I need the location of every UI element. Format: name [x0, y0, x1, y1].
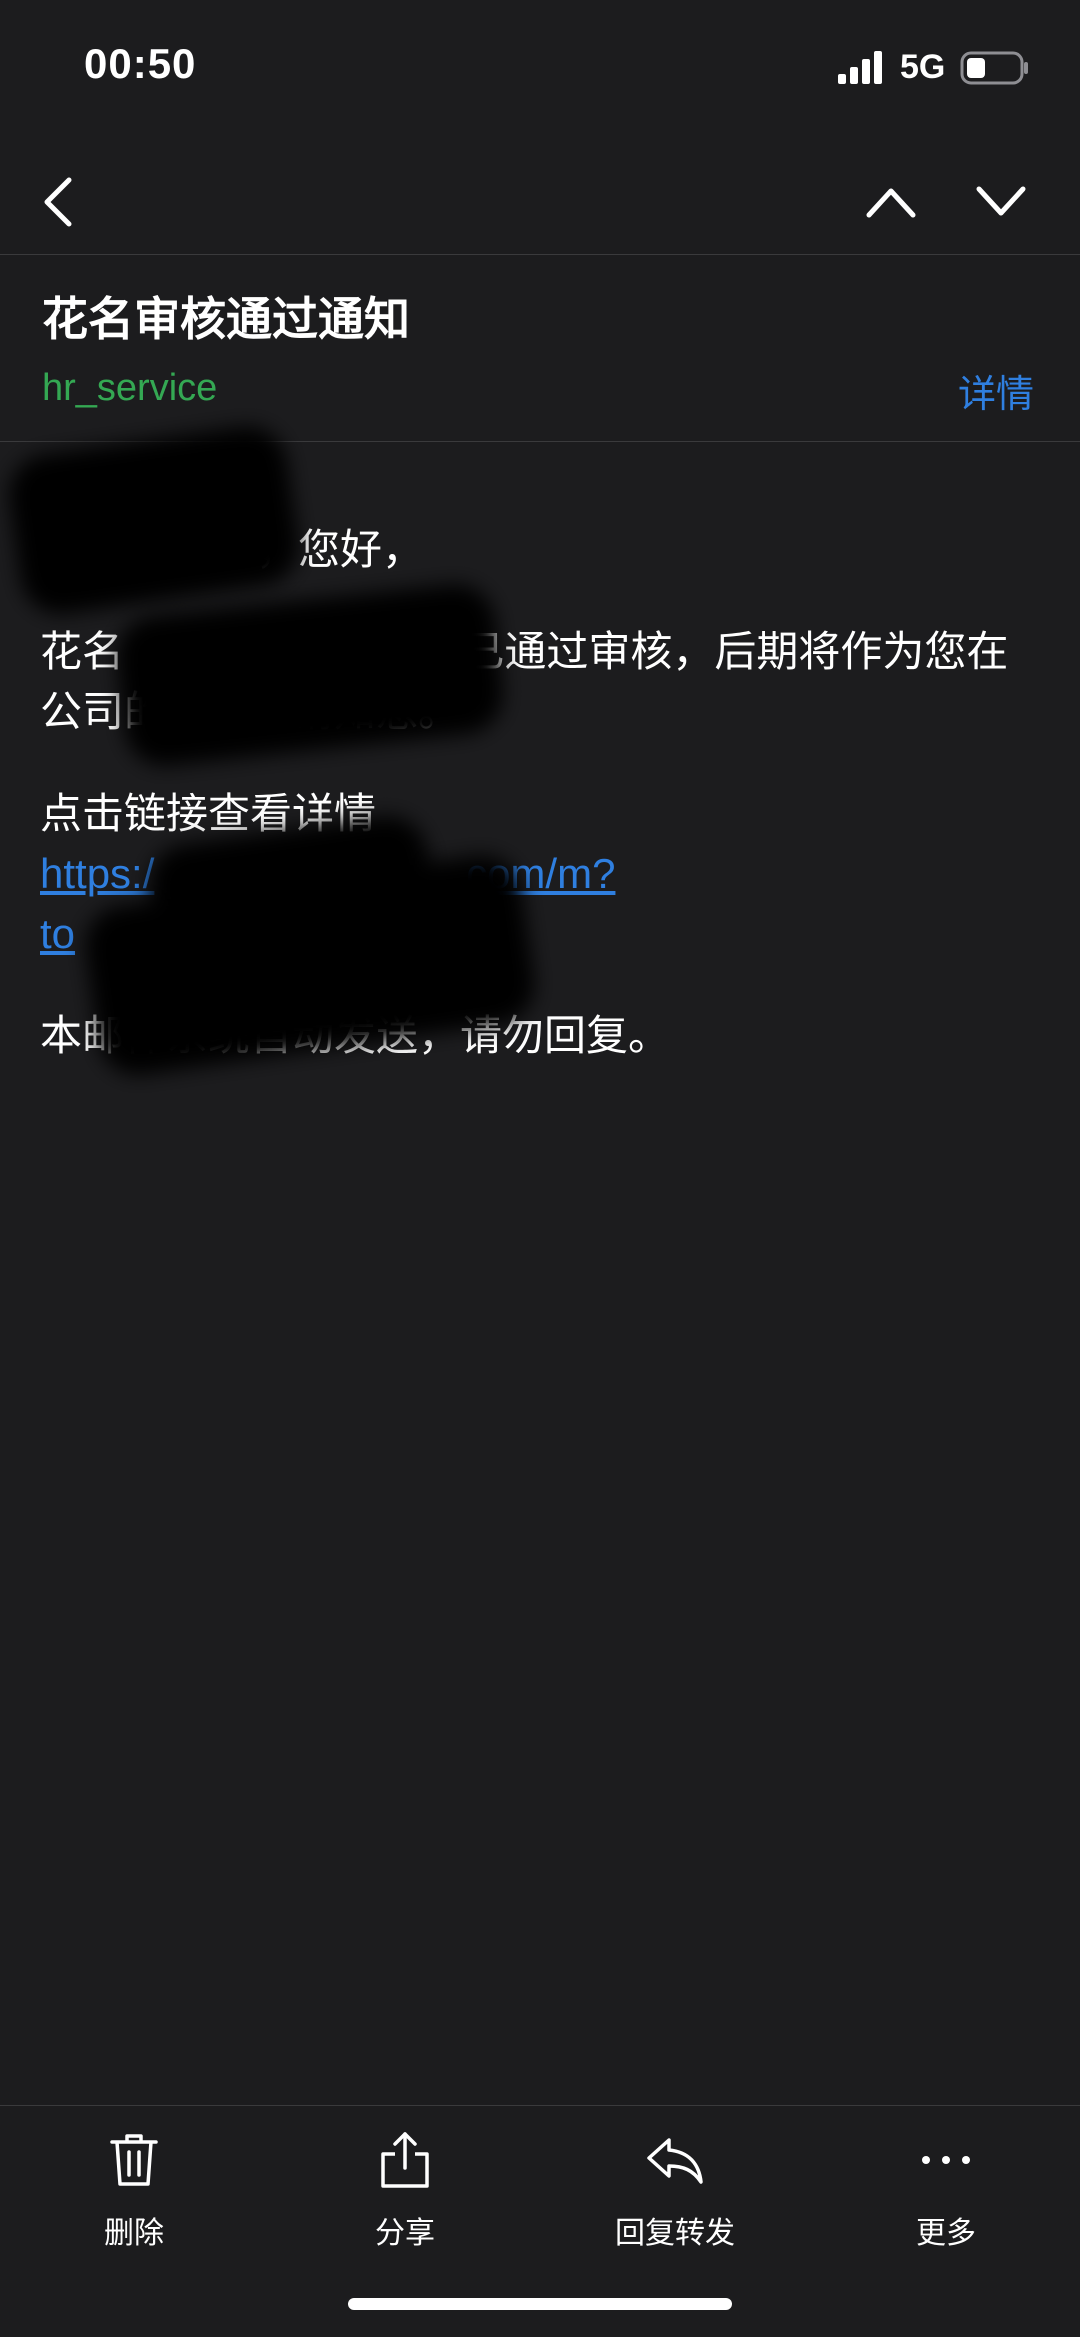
reply-icon: [647, 2138, 703, 2184]
delete-button[interactable]: 删除: [34, 2130, 234, 2260]
share-button[interactable]: 分享: [305, 2130, 505, 2260]
share-icon: [381, 2132, 429, 2188]
approval-prefix: 花名: [40, 627, 125, 676]
mail-link-line2[interactable]: to: [40, 910, 75, 957]
previous-mail-button[interactable]: [846, 150, 936, 254]
status-time: 00:50: [84, 40, 197, 87]
share-label: 分享: [375, 2216, 435, 2251]
more-label: 更多: [916, 2216, 976, 2251]
trash-icon: [110, 2134, 158, 2186]
chevron-down-icon: [976, 186, 1026, 216]
battery-icon: [960, 51, 1028, 85]
home-indicator[interactable]: [348, 2298, 732, 2310]
more-dots-icon: [922, 2156, 970, 2164]
reply-forward-button[interactable]: 回复转发: [575, 2130, 775, 2260]
mail-detail-screen: 00:50 5G 花名审核通过通知 hr_service 详情 ，您好， 花名 …: [0, 0, 1080, 2337]
back-button[interactable]: [14, 150, 104, 254]
mail-subject: 花名审核通过通知: [42, 292, 410, 346]
mail-header: 花名审核通过通知 hr_service 详情: [0, 255, 1080, 442]
signal-bars-icon: [838, 51, 882, 84]
mail-link-start[interactable]: https:/: [40, 850, 154, 897]
nav-bar: [0, 150, 1080, 255]
network-type: 5G: [900, 48, 946, 86]
next-mail-button[interactable]: [956, 150, 1046, 254]
details-link[interactable]: 详情: [958, 363, 1034, 418]
chevron-up-icon: [866, 188, 916, 218]
chevron-left-icon: [44, 177, 72, 227]
mail-sender[interactable]: hr_service: [42, 367, 217, 410]
reply-forward-label: 回复转发: [615, 2216, 735, 2251]
status-bar: 00:50 5G: [0, 0, 1080, 130]
delete-label: 删除: [104, 2216, 164, 2251]
more-button[interactable]: 更多: [846, 2130, 1046, 2260]
